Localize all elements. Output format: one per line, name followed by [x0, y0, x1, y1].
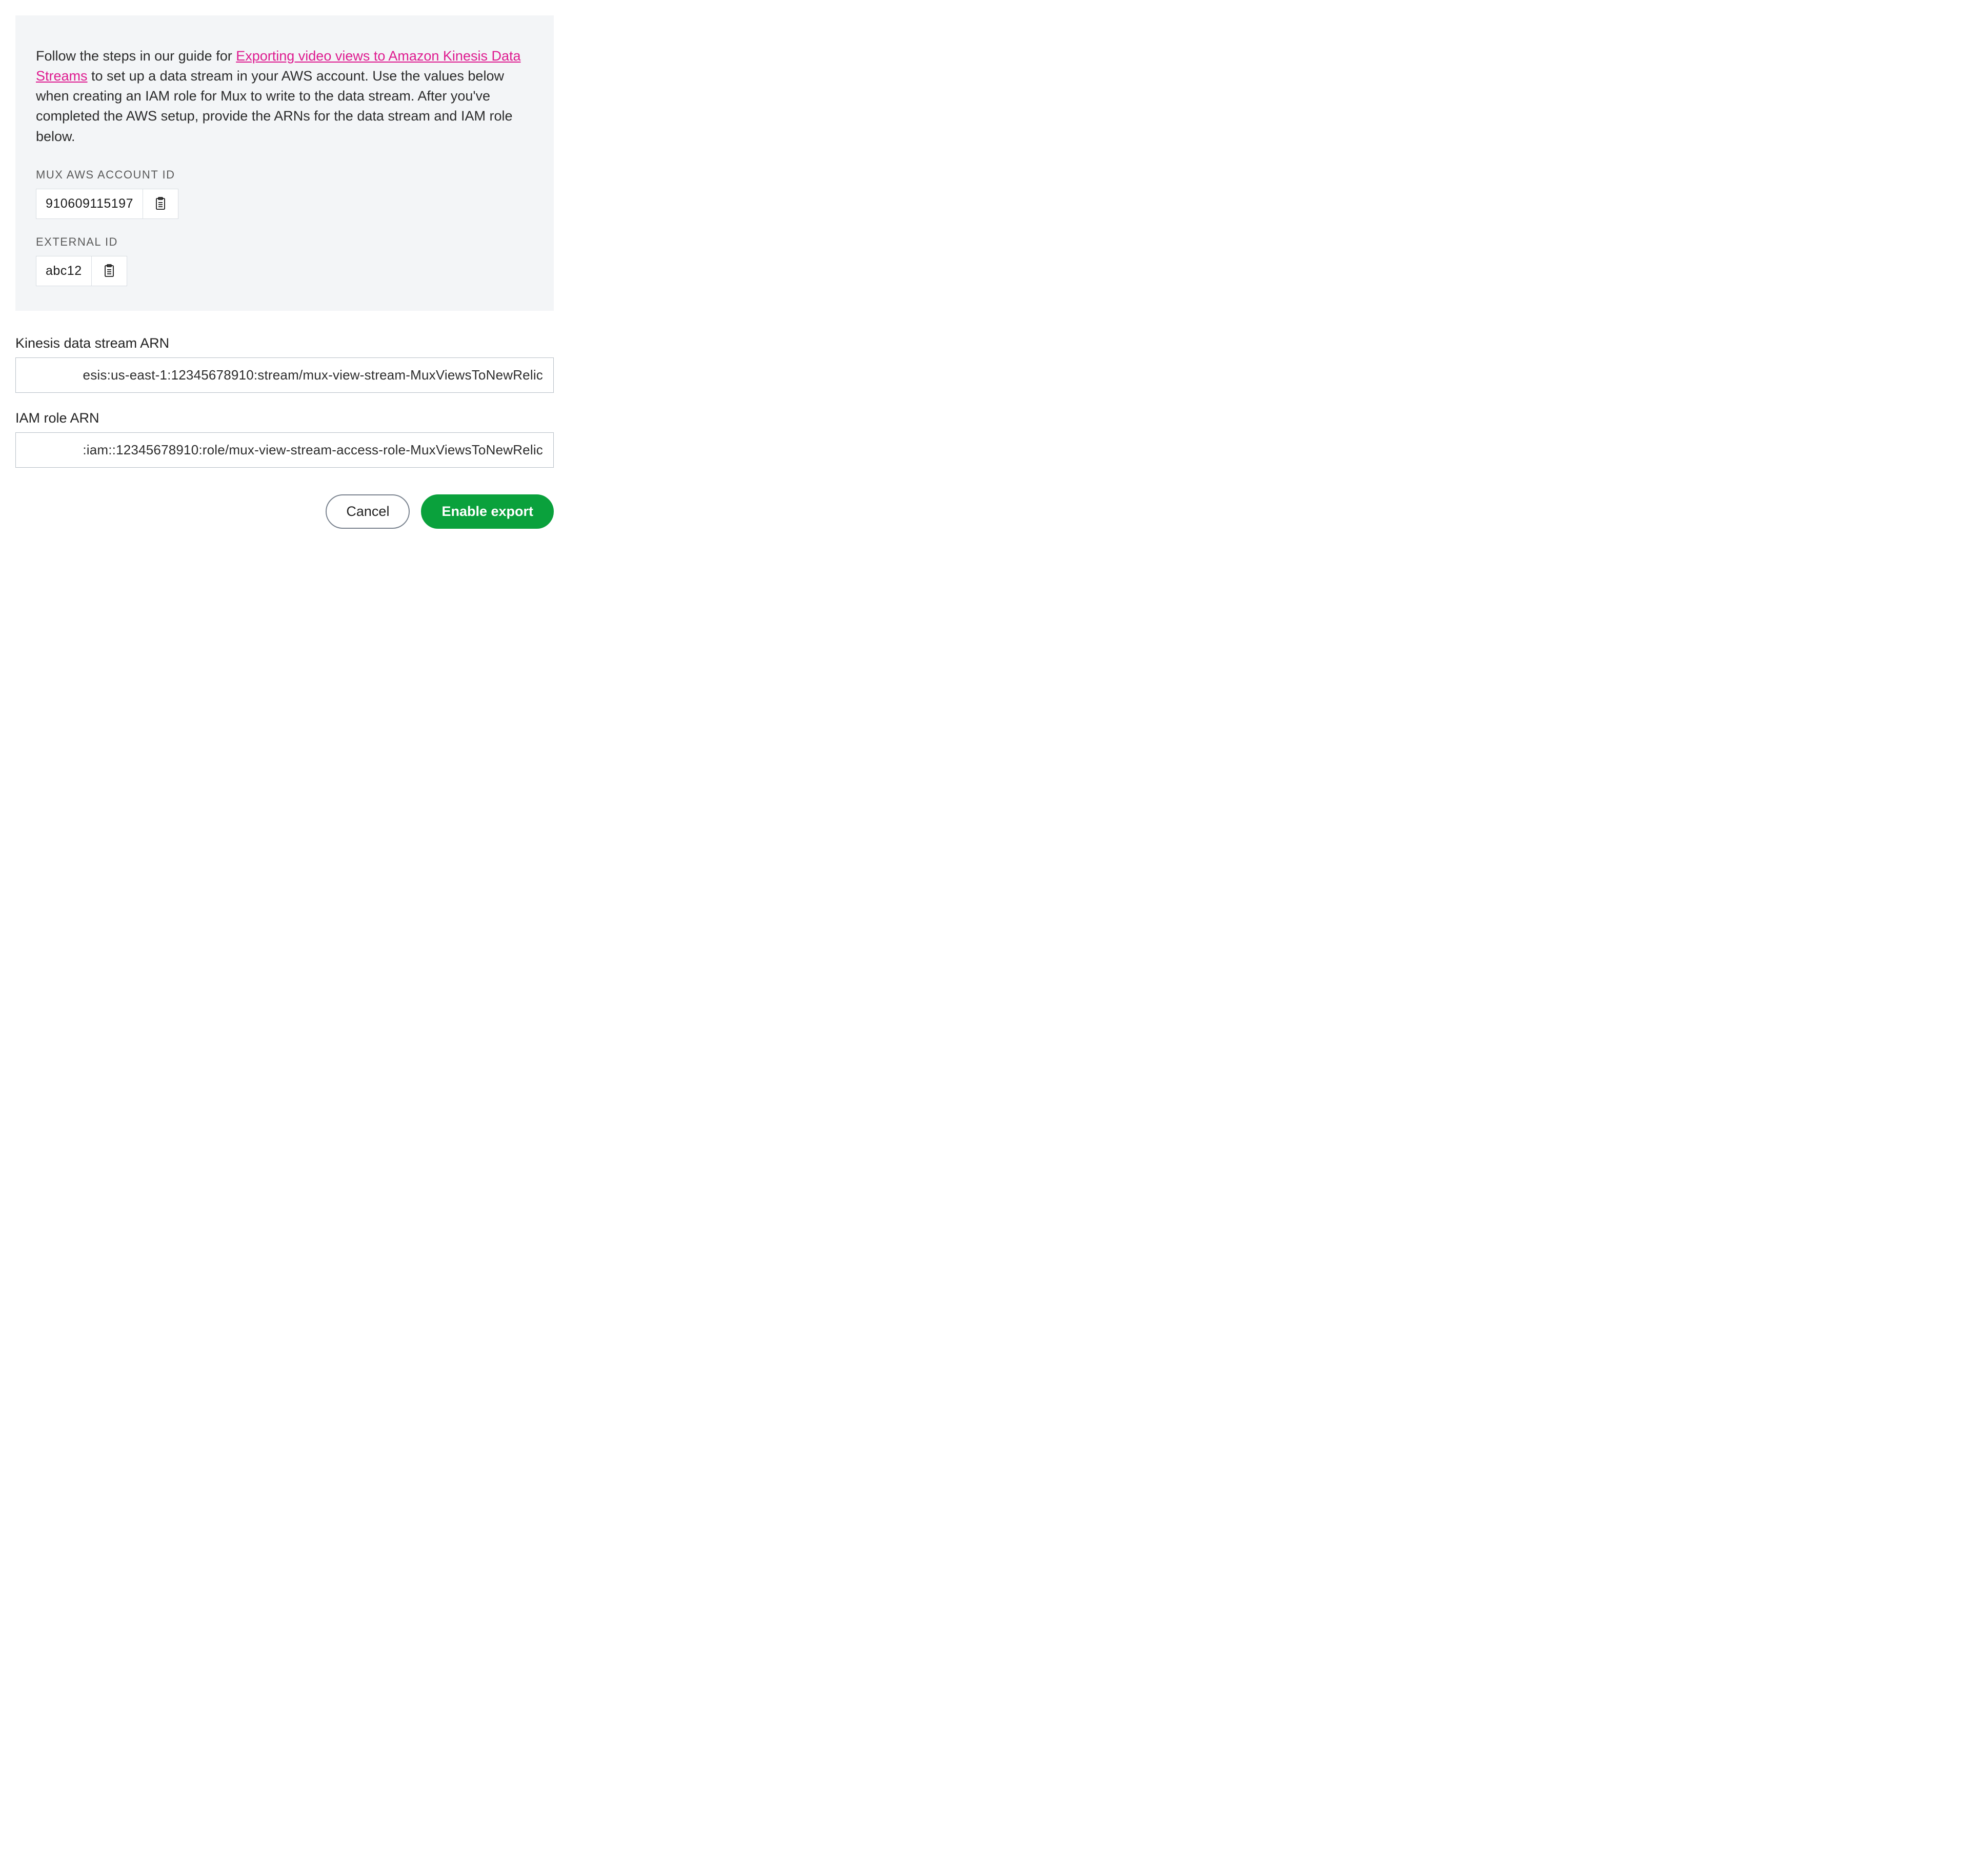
action-button-row: Cancel Enable export	[0, 488, 569, 544]
mux-aws-account-id-label: MUX AWS ACCOUNT ID	[36, 168, 533, 182]
cancel-button[interactable]: Cancel	[326, 494, 410, 529]
iam-role-arn-input[interactable]	[15, 432, 554, 468]
clipboard-icon	[154, 197, 167, 210]
instructions-suffix: to set up a data stream in your AWS acco…	[36, 68, 512, 144]
enable-export-button[interactable]: Enable export	[421, 494, 554, 529]
kinesis-arn-input[interactable]	[15, 357, 554, 393]
setup-instructions: Follow the steps in our guide for Export…	[36, 46, 533, 147]
clipboard-icon	[103, 264, 115, 277]
export-config-panel: Follow the steps in our guide for Export…	[0, 15, 569, 544]
external-id-group: abc12	[36, 256, 127, 286]
external-id-label: EXTERNAL ID	[36, 235, 533, 249]
mux-aws-account-id-value: 910609115197	[36, 189, 143, 219]
kinesis-arn-label: Kinesis data stream ARN	[15, 335, 554, 351]
copy-mux-account-id-button[interactable]	[143, 189, 178, 219]
instructions-prefix: Follow the steps in our guide for	[36, 48, 236, 64]
external-id-value: abc12	[36, 256, 92, 286]
copy-external-id-button[interactable]	[92, 256, 127, 286]
iam-role-arn-label: IAM role ARN	[15, 410, 554, 426]
mux-aws-account-id-group: 910609115197	[36, 189, 178, 219]
arn-form-section: Kinesis data stream ARN IAM role ARN	[0, 323, 569, 488]
setup-info-box: Follow the steps in our guide for Export…	[15, 15, 554, 311]
